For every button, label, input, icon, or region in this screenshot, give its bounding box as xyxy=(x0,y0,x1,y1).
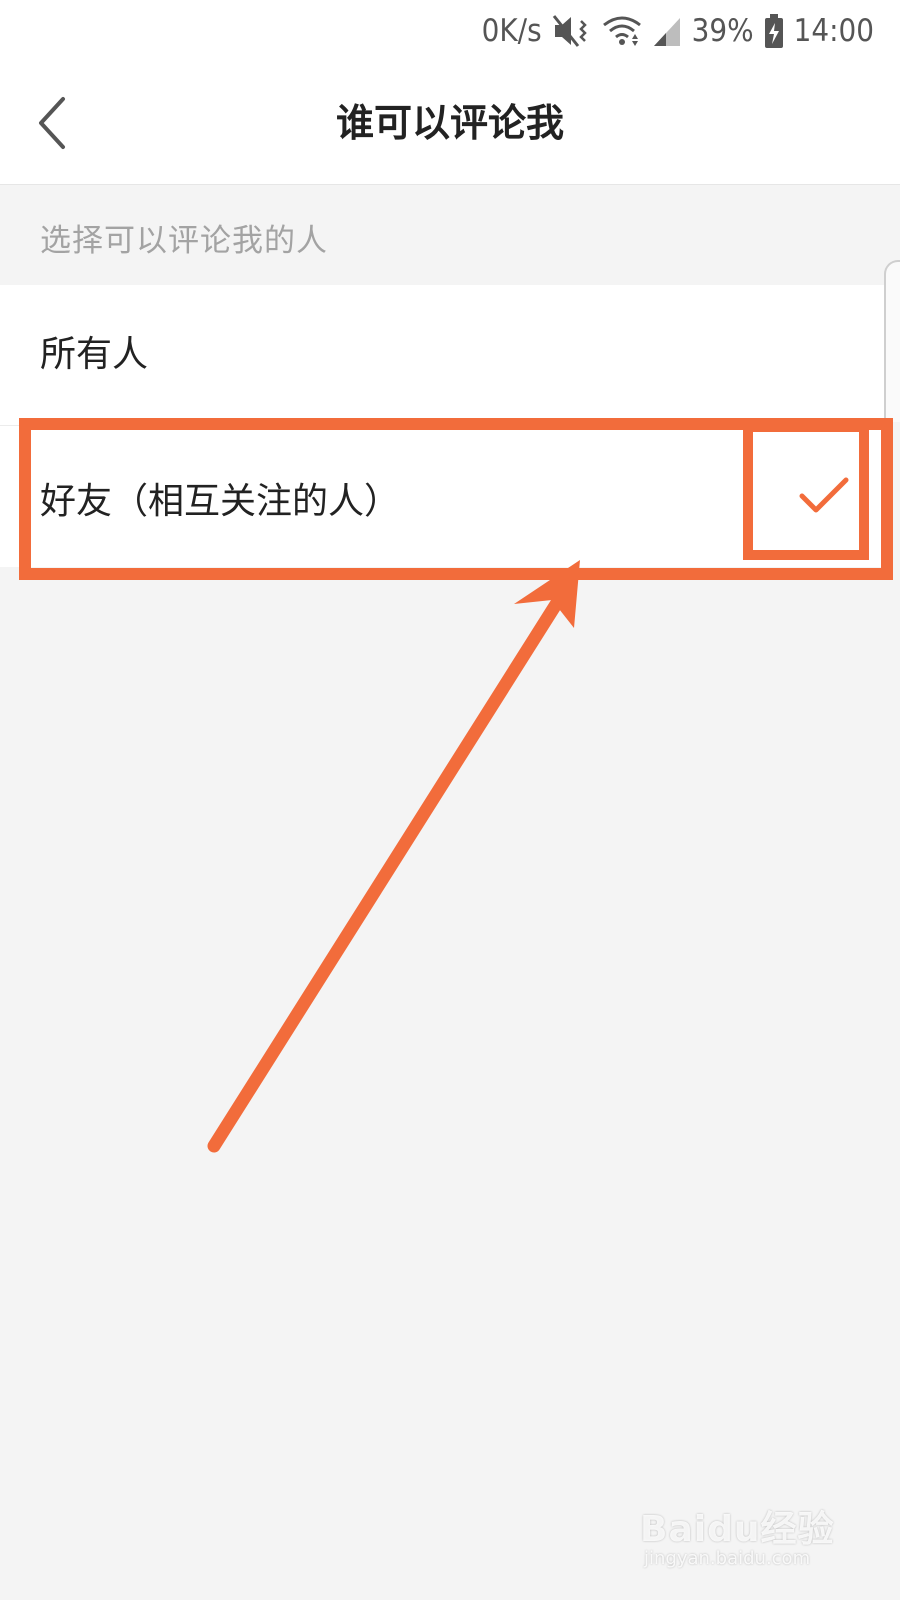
watermark-text: Baidu经验 xyxy=(640,1509,835,1550)
clock: 14:00 xyxy=(793,13,874,49)
battery-percent: 39% xyxy=(691,13,754,49)
options-list: 所有人 好友（相互关注的人） xyxy=(0,285,886,567)
status-bar: 0K/s 39% 14:00 xyxy=(0,0,900,62)
scroll-edge xyxy=(884,260,900,422)
battery-charging-icon xyxy=(764,13,784,49)
option-label: 所有人 xyxy=(40,334,149,375)
baidu-jingyan-watermark: Baidu经验 jingyan.baidu.com xyxy=(640,1500,840,1580)
signal-icon xyxy=(652,14,682,48)
checkmark-icon xyxy=(799,477,849,513)
navigation-bar: 谁可以评论我 xyxy=(0,62,900,185)
wifi-icon xyxy=(602,13,642,49)
page-title: 谁可以评论我 xyxy=(335,101,564,145)
option-everyone[interactable]: 所有人 xyxy=(0,285,886,426)
net-speed: 0K/s xyxy=(481,13,542,49)
section-header-text: 选择可以评论我的人 xyxy=(40,223,328,259)
option-friends[interactable]: 好友（相互关注的人） xyxy=(0,426,886,566)
section-header: 选择可以评论我的人 xyxy=(0,185,900,285)
option-label: 好友（相互关注的人） xyxy=(40,481,401,522)
status-icons: 0K/s 39% 14:00 xyxy=(482,8,874,54)
mute-vibrate-icon xyxy=(552,13,592,49)
watermark-url: jingyan.baidu.com xyxy=(644,1548,811,1569)
